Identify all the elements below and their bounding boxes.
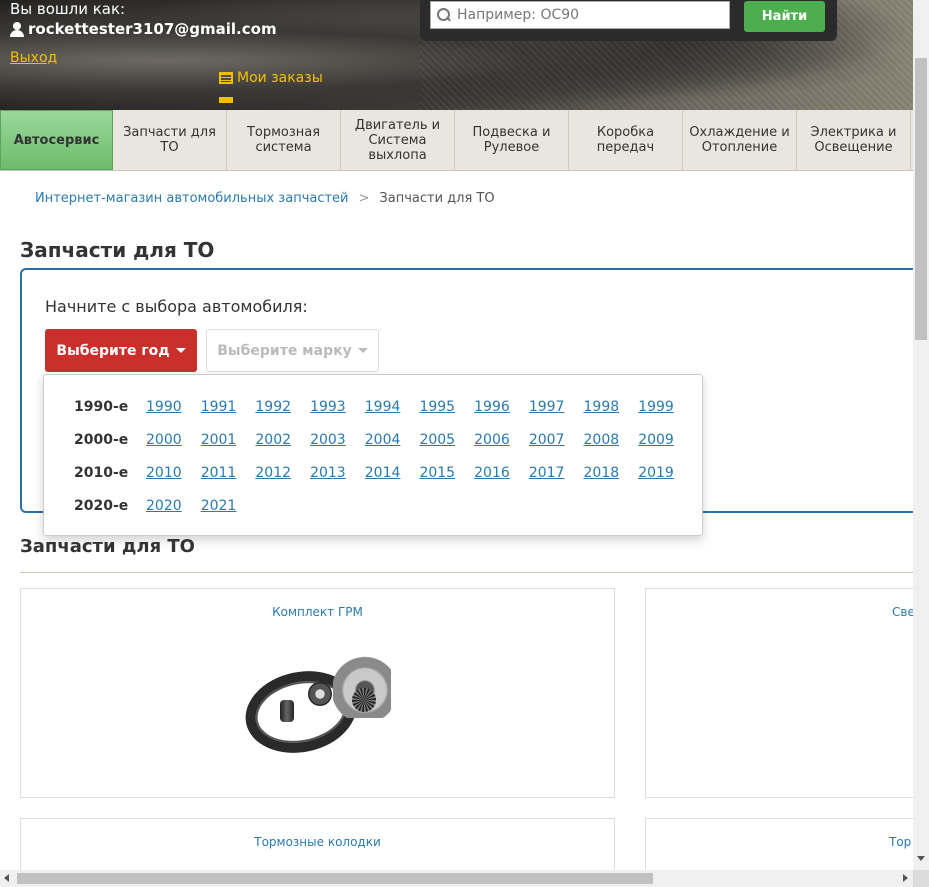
vertical-scrollbar[interactable] xyxy=(913,0,929,870)
user-email: rockettester3107@gmail.com xyxy=(28,20,277,38)
decade-row: 1990-е 1990 1991 1992 1993 1994 1995 1996 1997 19… xyxy=(74,397,693,417)
category-nav: Автосервис Запчасти для ТО Тормозная сис… xyxy=(0,110,913,171)
year-link[interactable]: 2007 xyxy=(529,432,584,448)
nav-item-brake-system[interactable]: Тормозная система xyxy=(227,110,341,170)
list-icon xyxy=(219,72,233,84)
nav-item-cooling-heating[interactable]: Охлаждение и Отопление xyxy=(683,110,797,170)
year-link[interactable]: 2014 xyxy=(365,465,420,481)
caret-down-icon xyxy=(357,348,368,353)
scroll-left-icon[interactable] xyxy=(4,874,9,882)
year-link[interactable]: 1991 xyxy=(201,399,256,415)
horizontal-scrollbar[interactable] xyxy=(0,870,913,887)
caret-down-icon xyxy=(175,348,186,353)
year-link[interactable]: 2010 xyxy=(146,465,201,481)
card-title[interactable]: Тормозные колодки xyxy=(21,835,614,849)
select-year-label: Выберите год xyxy=(56,342,170,359)
year-link[interactable]: 1992 xyxy=(255,399,310,415)
section-title: Запчасти для ТО xyxy=(20,536,195,557)
year-link[interactable]: 2012 xyxy=(255,465,310,481)
my-orders-label: Мои заказы xyxy=(237,70,323,86)
year-link[interactable]: 2013 xyxy=(310,465,365,481)
year-link[interactable]: 1997 xyxy=(529,399,584,415)
site-header: Вы вошли как: rockettester3107@gmail.com… xyxy=(0,0,913,110)
decade-label: 1990-е xyxy=(74,399,129,415)
user-icon xyxy=(10,21,24,37)
scrollbar-corner xyxy=(913,870,929,887)
year-link[interactable]: 1995 xyxy=(419,399,474,415)
year-link[interactable]: 1996 xyxy=(474,399,529,415)
search-box[interactable] xyxy=(430,1,730,29)
year-link[interactable]: 2004 xyxy=(365,432,420,448)
decade-label: 2020-е xyxy=(74,498,129,514)
search-icon xyxy=(437,8,451,22)
page-title: Запчасти для ТО xyxy=(20,238,215,262)
year-link[interactable]: 1993 xyxy=(310,399,365,415)
card-title[interactable]: Комплект ГРМ xyxy=(21,605,614,619)
year-link[interactable]: 2003 xyxy=(310,432,365,448)
scrollbar-thumb[interactable] xyxy=(17,873,653,884)
year-link[interactable]: 2018 xyxy=(584,465,639,481)
decade-label: 2000-е xyxy=(74,432,129,448)
decade-label: 2010-е xyxy=(74,465,129,481)
select-brand-label: Выберите марку xyxy=(217,342,352,359)
breadcrumb-home-link[interactable]: Интернет-магазин автомобильных запчастей xyxy=(35,191,349,206)
nav-item-engine-exhaust[interactable]: Двигатель и Система выхлопа xyxy=(341,110,455,170)
nav-item-transmission[interactable]: Коробка передач xyxy=(569,110,683,170)
year-link[interactable]: 2008 xyxy=(584,432,639,448)
search-input[interactable] xyxy=(457,7,717,23)
year-link[interactable]: 1998 xyxy=(584,399,639,415)
nav-item-autoservice[interactable]: Автосервис xyxy=(0,110,113,170)
section-divider xyxy=(20,572,913,573)
year-link[interactable]: 2016 xyxy=(474,465,529,481)
breadcrumb: Интернет-магазин автомобильных запчастей… xyxy=(35,191,495,206)
my-orders-link[interactable]: Мои заказы xyxy=(219,70,323,86)
scroll-down-icon[interactable] xyxy=(917,856,925,861)
year-link[interactable]: 2001 xyxy=(201,432,256,448)
year-link[interactable]: 2006 xyxy=(474,432,529,448)
logout-link[interactable]: Выход xyxy=(10,50,57,66)
scroll-right-icon[interactable] xyxy=(903,874,908,882)
year-link[interactable]: 2019 xyxy=(638,465,693,481)
year-link[interactable]: 2020 xyxy=(146,498,201,514)
nav-item-electrics-lighting[interactable]: Электрика и Освещение xyxy=(797,110,911,170)
year-link[interactable]: 2015 xyxy=(419,465,474,481)
scrollbar-thumb[interactable] xyxy=(915,58,927,340)
year-link[interactable]: 2009 xyxy=(638,432,693,448)
nav-item-maintenance-parts[interactable]: Запчасти для ТО xyxy=(113,110,227,170)
nav-item-suspension-steering[interactable]: Подвеска и Рулевое xyxy=(455,110,569,170)
decade-row: 2000-е 2000 2001 2002 2003 2004 2005 2006 2007 20… xyxy=(74,430,693,450)
year-link[interactable]: 1990 xyxy=(146,399,201,415)
search-panel: Найти xyxy=(420,0,837,41)
logged-in-label: Вы вошли как: xyxy=(10,0,126,18)
select-year-button[interactable]: Выберите год xyxy=(45,329,197,372)
year-link[interactable]: 2000 xyxy=(146,432,201,448)
year-link[interactable]: 2002 xyxy=(255,432,310,448)
breadcrumb-separator: > xyxy=(358,191,370,206)
search-button[interactable]: Найти xyxy=(744,1,825,32)
year-link[interactable]: 1994 xyxy=(365,399,420,415)
user-info: rockettester3107@gmail.com xyxy=(10,20,277,38)
decade-row: 2020-е 2020 2021 xyxy=(74,496,255,516)
year-dropdown: 1990-е 1990 1991 1992 1993 1994 1995 1996 1997 19… xyxy=(43,374,703,536)
cut-off-menu-icon xyxy=(219,97,233,103)
decade-row: 2010-е 2010 2011 2012 2013 2014 2015 2016 2017 20… xyxy=(74,463,693,483)
product-card-partial[interactable]: Све xyxy=(645,588,915,798)
year-link[interactable]: 2021 xyxy=(201,498,256,514)
breadcrumb-current: Запчасти для ТО xyxy=(379,191,495,206)
year-link[interactable]: 2011 xyxy=(201,465,256,481)
year-link[interactable]: 2017 xyxy=(529,465,584,481)
year-link[interactable]: 1999 xyxy=(638,399,693,415)
year-link[interactable]: 2005 xyxy=(419,432,474,448)
select-brand-button[interactable]: Выберите марку xyxy=(206,329,379,372)
selector-prompt: Начните с выбора автомобиля: xyxy=(45,297,308,316)
